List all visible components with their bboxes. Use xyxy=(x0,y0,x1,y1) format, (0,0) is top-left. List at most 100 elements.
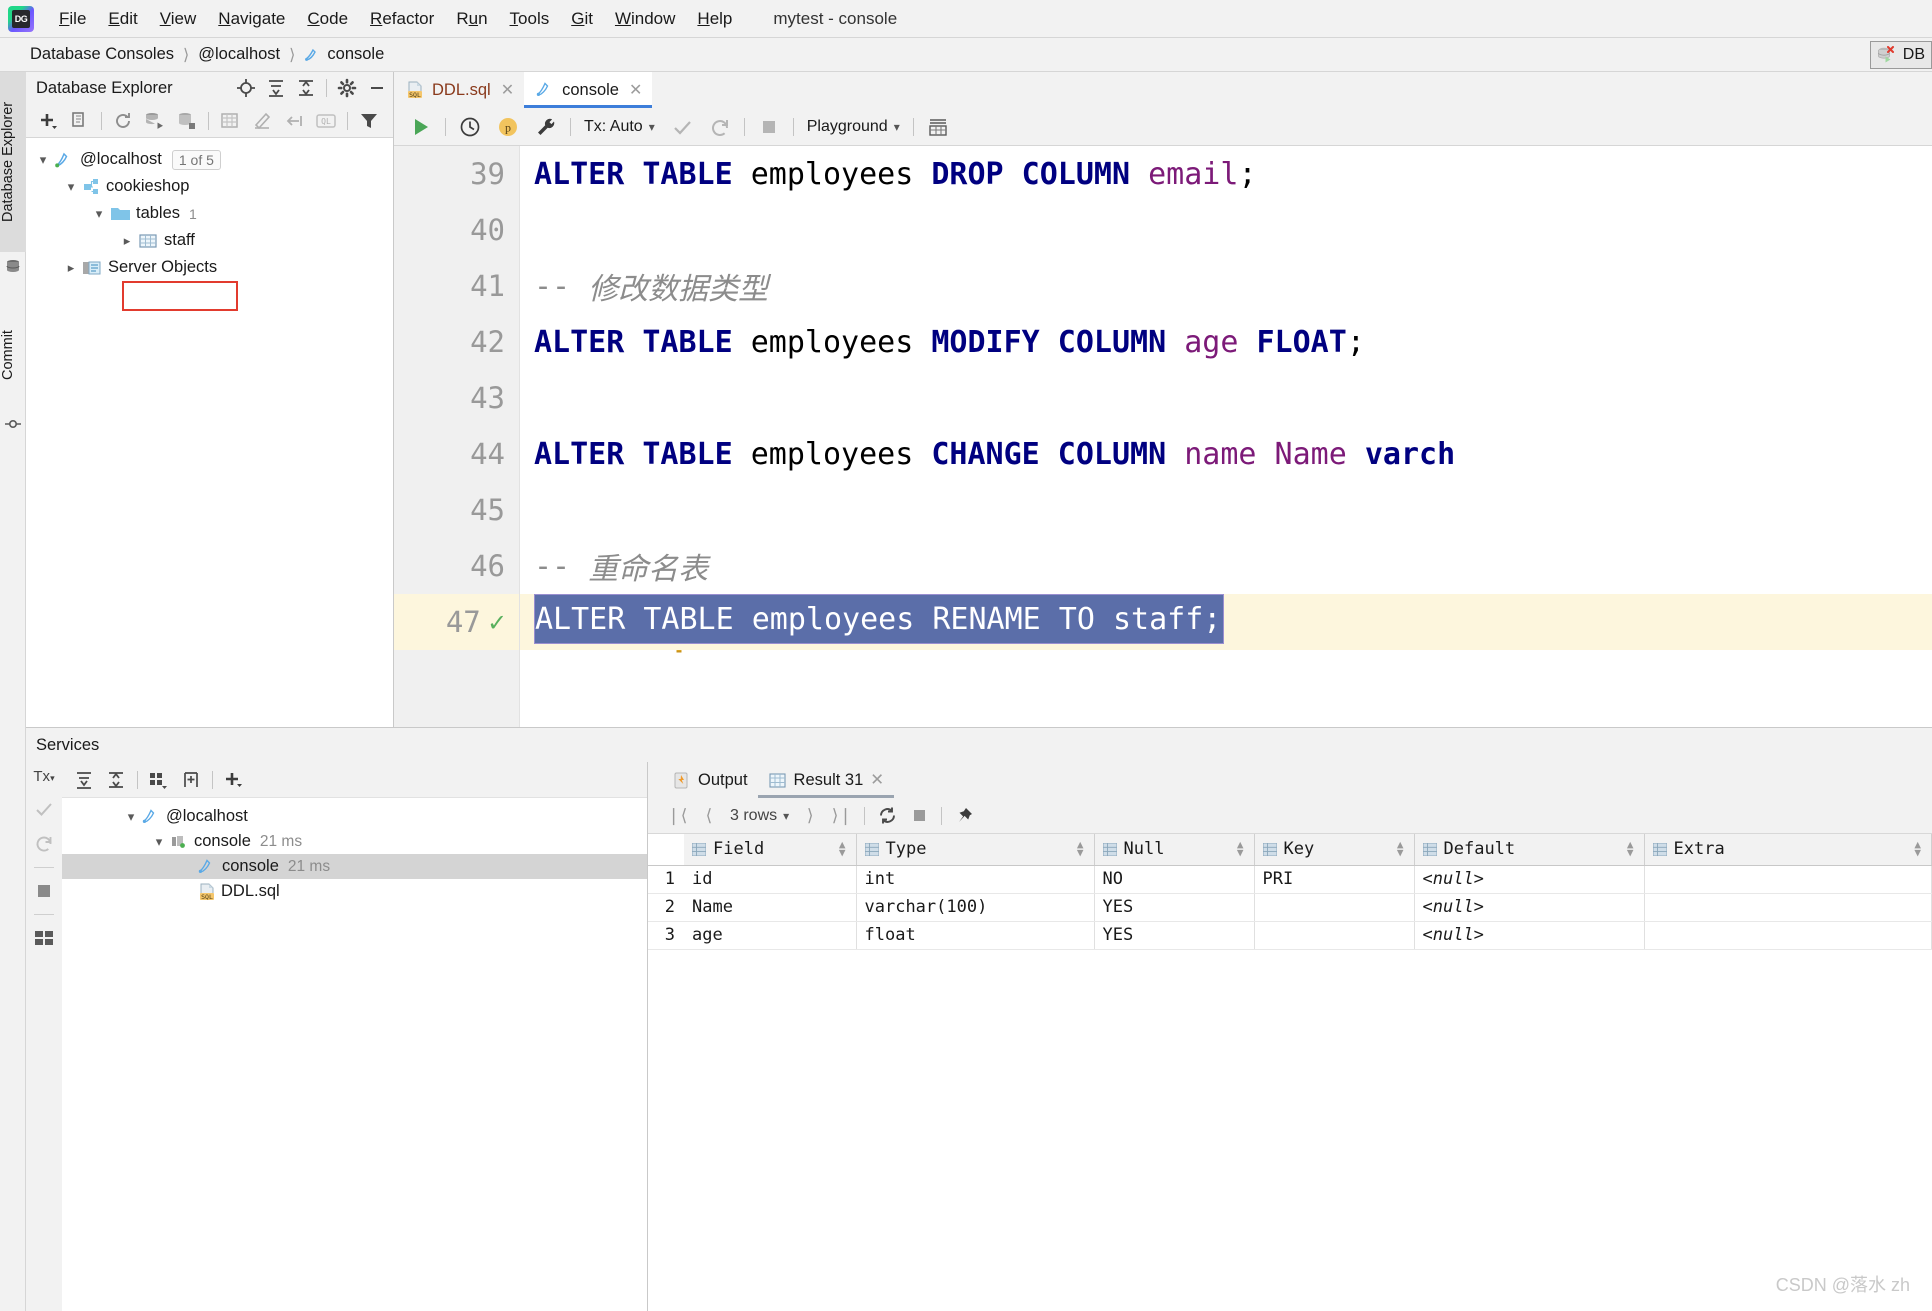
column-header-extra[interactable]: Extra ▲ ▼ xyxy=(1644,834,1932,866)
column-header-key[interactable]: Key ▲ ▼ xyxy=(1254,834,1415,866)
cell-extra[interactable] xyxy=(1644,921,1932,950)
rollback-icon[interactable] xyxy=(34,833,54,853)
code-line[interactable] xyxy=(520,370,1932,426)
code-line[interactable]: ALTER TABLE employees CHANGE COLUMN name… xyxy=(520,426,1932,482)
tree-node-cookieshop[interactable]: ▾ cookieshop xyxy=(26,173,393,200)
prev-page-button[interactable]: ⟨ xyxy=(694,803,724,829)
menu-git[interactable]: Git xyxy=(560,6,604,32)
copy-icon[interactable] xyxy=(64,107,96,135)
result-grid[interactable]: Field ▲ ▼ Type ▲ ▼ Null ▲ ▼ Key ▲ ▼ Defa… xyxy=(648,834,1932,950)
selected-statement[interactable]: ALTER TABLE employees RENAME TO staff; xyxy=(534,594,1225,644)
menu-navigate[interactable]: Navigate xyxy=(207,6,296,32)
table-editor-icon[interactable] xyxy=(214,107,246,135)
menu-code[interactable]: Code xyxy=(296,6,359,32)
tree-node-localhost[interactable]: ▾ @localhost 1 of 5 xyxy=(26,146,393,173)
cell-type[interactable]: float xyxy=(856,921,1095,950)
tree-node-staff[interactable]: ▸ staff xyxy=(26,227,393,254)
gear-icon[interactable] xyxy=(337,78,357,98)
history-icon[interactable] xyxy=(451,112,489,142)
sort-arrows-icon[interactable]: ▲ ▼ xyxy=(1914,839,1921,858)
cell-field[interactable]: id xyxy=(684,865,857,894)
run-icon[interactable] xyxy=(402,112,440,142)
sort-arrows-icon[interactable]: ▲ ▼ xyxy=(1237,839,1244,858)
cell-default[interactable]: <null> xyxy=(1414,921,1645,950)
table-row[interactable]: 2 Name varchar(100) YES <null> xyxy=(648,893,1932,922)
commit-button[interactable] xyxy=(663,112,701,142)
add-icon[interactable] xyxy=(32,107,64,135)
menu-window[interactable]: Window xyxy=(604,6,686,32)
database-tools-icon[interactable] xyxy=(171,107,203,135)
locate-icon[interactable] xyxy=(236,78,256,98)
close-icon[interactable]: ✕ xyxy=(501,80,514,100)
menu-refactor[interactable]: Refactor xyxy=(359,6,445,32)
pin-icon[interactable] xyxy=(949,803,979,829)
first-page-button[interactable]: ❘⟨ xyxy=(662,803,692,829)
code-line[interactable]: ALTER TABLE employees MODIFY COLUMN age … xyxy=(520,314,1932,370)
last-page-button[interactable]: ⟩❘ xyxy=(827,803,857,829)
collapse-all-icon[interactable] xyxy=(296,78,316,98)
group-icon[interactable] xyxy=(143,766,175,794)
chevron-down-icon[interactable]: ▾ xyxy=(148,834,170,850)
stop-icon[interactable] xyxy=(904,803,934,829)
column-header-field[interactable]: Field ▲ ▼ xyxy=(684,834,857,866)
menu-run[interactable]: Run xyxy=(445,6,498,32)
sort-arrows-icon[interactable]: ▲ ▼ xyxy=(1077,839,1084,858)
intention-bulb-icon[interactable] xyxy=(672,564,686,653)
next-page-button[interactable]: ⟩ xyxy=(795,803,825,829)
column-header-null[interactable]: Null ▲ ▼ xyxy=(1094,834,1255,866)
breadcrumb-item-localhost[interactable]: @localhost xyxy=(198,45,280,64)
tree-node-server-objects[interactable]: ▸ Server Objects xyxy=(26,254,393,281)
chevron-down-icon[interactable]: ▾ xyxy=(88,206,110,222)
close-icon[interactable]: ✕ xyxy=(870,770,884,790)
cell-null[interactable]: YES xyxy=(1094,921,1255,950)
stop-button[interactable] xyxy=(750,112,788,142)
cell-extra[interactable] xyxy=(1644,893,1932,922)
filter-icon[interactable] xyxy=(353,107,385,135)
schema-select[interactable]: Playground ▾ xyxy=(799,118,908,136)
table-row[interactable]: 3 age float YES <null> xyxy=(648,921,1932,950)
run-script-icon[interactable] xyxy=(139,107,171,135)
cell-null[interactable]: YES xyxy=(1094,893,1255,922)
menu-edit[interactable]: Edit xyxy=(97,6,148,32)
disconnect-db-button[interactable]: DB xyxy=(1869,41,1932,69)
menu-tools[interactable]: Tools xyxy=(499,6,561,32)
menu-help[interactable]: Help xyxy=(686,6,743,32)
table-row[interactable]: 1 id int NO PRI <null> xyxy=(648,865,1932,894)
sort-arrows-icon[interactable]: ▲ ▼ xyxy=(1397,839,1404,858)
refresh-icon[interactable] xyxy=(872,803,902,829)
code-line[interactable] xyxy=(520,202,1932,258)
wrench-icon[interactable] xyxy=(527,112,565,142)
cell-field[interactable]: age xyxy=(684,921,857,950)
jump-to-icon[interactable] xyxy=(278,107,310,135)
add-icon[interactable] xyxy=(218,766,250,794)
commit-icon[interactable] xyxy=(34,799,54,819)
chevron-down-icon[interactable]: ▾ xyxy=(32,152,54,168)
services-node-ddl-sql[interactable]: SQL DDL.sql xyxy=(62,879,647,904)
tab-console[interactable]: console ✕ xyxy=(524,72,653,108)
profile-chooser-icon[interactable]: p xyxy=(489,112,527,142)
services-node-console-session[interactable]: console 21 ms xyxy=(62,854,647,879)
cell-field[interactable]: Name xyxy=(684,893,857,922)
cell-extra[interactable] xyxy=(1644,865,1932,894)
code-line[interactable] xyxy=(520,482,1932,538)
add-tab-icon[interactable] xyxy=(175,766,207,794)
stop-icon[interactable] xyxy=(35,882,53,900)
services-node-console-connection[interactable]: ▾ console 21 ms xyxy=(62,829,647,854)
sidebar-item-database-explorer[interactable]: Database Explorer xyxy=(0,72,26,252)
breadcrumb-item-database-consoles[interactable]: Database Consoles xyxy=(30,45,174,64)
menu-file[interactable]: File xyxy=(48,6,97,32)
chevron-down-icon[interactable]: ▾ xyxy=(60,179,82,195)
menu-view[interactable]: View xyxy=(149,6,208,32)
breadcrumb-item-console[interactable]: console xyxy=(327,45,384,64)
collapse-all-icon[interactable] xyxy=(100,766,132,794)
minimize-icon[interactable] xyxy=(367,78,387,98)
code-line[interactable]: ALTER TABLE employees DROP COLUMN email; xyxy=(520,146,1932,202)
cell-key[interactable] xyxy=(1254,893,1415,922)
transaction-mode-select[interactable]: Tx: Auto ▾ xyxy=(576,118,663,136)
code-line-selected[interactable]: ALTER TABLE employees RENAME TO staff; xyxy=(520,594,1932,650)
column-header-default[interactable]: Default ▲ ▼ xyxy=(1414,834,1645,866)
expand-all-icon[interactable] xyxy=(266,78,286,98)
data-editor-icon[interactable] xyxy=(919,112,957,142)
close-icon[interactable]: ✕ xyxy=(629,80,642,100)
refresh-icon[interactable] xyxy=(107,107,139,135)
